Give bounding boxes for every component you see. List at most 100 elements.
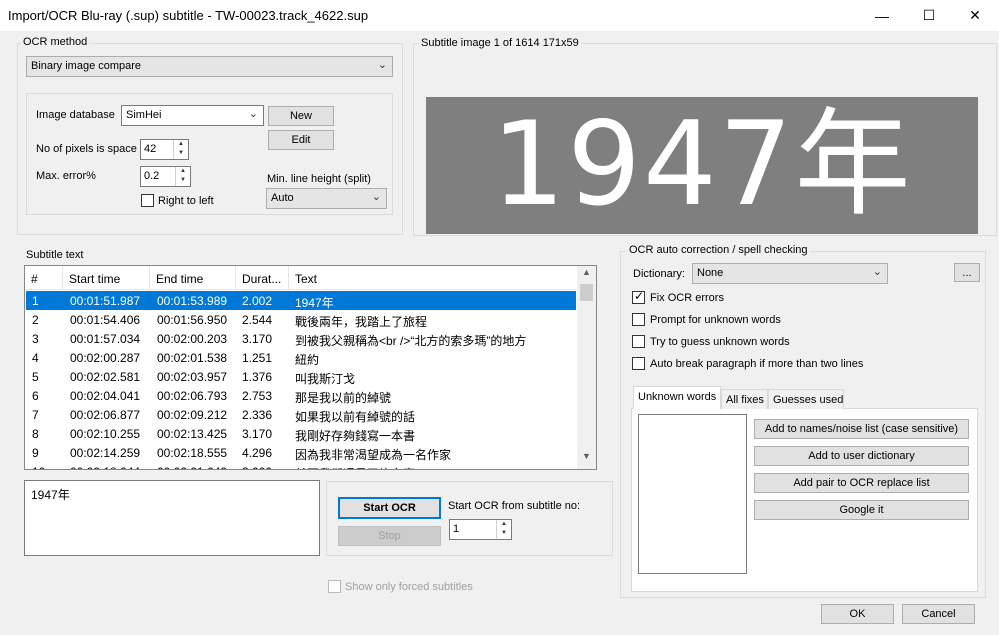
- chevron-down-icon: ⌄: [872, 266, 882, 278]
- dictionary-select[interactable]: None ⌄: [692, 263, 888, 284]
- column-header-duration[interactable]: Durat...: [236, 266, 289, 290]
- min-line-height-select[interactable]: Auto ⌄: [266, 188, 387, 209]
- unknown-words-list[interactable]: [638, 414, 747, 574]
- cell-end: 00:02:03.957: [157, 370, 228, 384]
- table-row[interactable]: 1 00:01:51.987 00:01:53.989 2.002 1947年: [26, 291, 576, 310]
- cell-start: 00:02:00.287: [70, 351, 141, 365]
- maximize-button[interactable]: ☐: [906, 0, 952, 31]
- table-row[interactable]: 3 00:01:57.034 00:02:00.203 3.170 到被我父親稱為<br…: [26, 329, 576, 348]
- cell-end: 00:02:09.212: [157, 408, 228, 422]
- scroll-down-icon[interactable]: ▼: [577, 451, 596, 468]
- cell-num: 2: [32, 313, 39, 327]
- add-names-button[interactable]: Add to names/noise list (case sensitive): [754, 419, 969, 439]
- cell-text: 我剛好存夠錢寫一本書: [295, 429, 416, 443]
- spin-arrows-icon[interactable]: ▲ ▼: [173, 140, 188, 159]
- max-error-stepper[interactable]: 0.2 ▲ ▼: [140, 166, 191, 187]
- cell-num: 3: [32, 332, 39, 346]
- right-to-left-checkbox[interactable]: [141, 194, 154, 207]
- cell-dur: 1.376: [242, 370, 273, 384]
- cell-num: 8: [32, 427, 39, 441]
- table-row[interactable]: 10 00:02:18.644 00:02:21.6433.000 然而我卻遇見了許多…: [26, 462, 576, 469]
- new-database-button[interactable]: New: [268, 106, 334, 126]
- right-to-left-label: Right to left: [158, 195, 214, 207]
- title-bar: Import/OCR Blu-ray (.sup) subtitle - TW-…: [0, 0, 999, 31]
- subtitle-list[interactable]: # Start time End time Durat... Text 1 00:…: [24, 265, 597, 470]
- cell-dur: 2.753: [242, 389, 273, 403]
- min-line-height-label: Min. line height (split): [267, 173, 371, 185]
- current-subtitle-textbox[interactable]: 1947年: [24, 480, 320, 556]
- forced-only-checkbox[interactable]: [328, 580, 341, 593]
- subtitle-text-label: Subtitle text: [26, 249, 84, 261]
- add-user-dictionary-button[interactable]: Add to user dictionary: [754, 446, 969, 466]
- pixels-space-label: No of pixels is space: [36, 143, 137, 155]
- start-from-stepper[interactable]: 1 ▲ ▼: [449, 519, 512, 540]
- cell-start: 00:02:14.259: [70, 446, 141, 460]
- max-error-label: Max. error%: [36, 170, 96, 182]
- table-row[interactable]: 8 00:02:10.255 00:02:13.425 3.170 我剛好存夠錢寫一本書: [26, 424, 576, 443]
- guess-unknown-label: Try to guess unknown words: [650, 336, 790, 348]
- ocr-method-group-label: OCR method: [21, 36, 90, 48]
- image-database-value: SimHei: [126, 109, 162, 121]
- ocr-method-value: Binary image compare: [31, 60, 142, 72]
- table-row[interactable]: 4 00:02:00.287 00:02:01.538 1.251 紐約: [26, 348, 576, 367]
- prompt-unknown-checkbox[interactable]: [632, 313, 645, 326]
- table-row[interactable]: 6 00:02:04.041 00:02:06.793 2.753 那是我以前的綽號: [26, 386, 576, 405]
- close-icon: ✕: [969, 7, 981, 23]
- cell-end: 00:02:01.538: [157, 351, 228, 365]
- column-header-text[interactable]: Text: [289, 266, 577, 290]
- table-row[interactable]: 7 00:02:06.877 00:02:09.212 2.336 如果我以前有綽號的話: [26, 405, 576, 424]
- spin-arrows-icon[interactable]: ▲ ▼: [175, 167, 190, 186]
- cell-dur: 1.251: [242, 351, 273, 365]
- cell-num: 10: [32, 465, 62, 469]
- auto-break-checkbox[interactable]: [632, 357, 645, 370]
- tab-unknown-words[interactable]: Unknown words: [633, 386, 721, 409]
- cell-dur: 2.336: [242, 408, 273, 422]
- add-ocr-pair-button[interactable]: Add pair to OCR replace list: [754, 473, 969, 493]
- column-header-end-time[interactable]: End time: [150, 266, 236, 290]
- chevron-down-icon: ⌄: [371, 191, 381, 203]
- cancel-button[interactable]: Cancel: [902, 604, 975, 624]
- close-button[interactable]: ✕: [952, 0, 998, 31]
- guess-unknown-checkbox[interactable]: [632, 335, 645, 348]
- prompt-unknown-label: Prompt for unknown words: [650, 314, 781, 326]
- ok-button[interactable]: OK: [821, 604, 894, 624]
- cell-num: 1: [32, 294, 39, 308]
- cell-text: 紐約: [295, 353, 320, 367]
- image-database-select[interactable]: SimHei ⌄: [121, 105, 264, 126]
- subtitle-image-text: 1947年: [491, 97, 913, 232]
- fix-ocr-errors-checkbox[interactable]: [632, 289, 645, 304]
- cell-text: 如果我以前有綽號的話: [295, 410, 416, 424]
- maximize-icon: ☐: [922, 7, 936, 23]
- column-header-number[interactable]: #: [25, 266, 63, 290]
- pixels-space-stepper[interactable]: 42 ▲ ▼: [140, 139, 189, 160]
- cell-num: 9: [32, 446, 39, 460]
- spin-arrows-icon[interactable]: ▲ ▼: [496, 520, 511, 539]
- min-line-height-value: Auto: [271, 192, 294, 204]
- dictionary-label: Dictionary:: [633, 268, 685, 280]
- cell-text: 因為我非常渴望成為一名作家: [295, 448, 452, 462]
- current-subtitle-text: 1947年: [31, 488, 70, 502]
- tab-guesses-used[interactable]: Guesses used: [768, 389, 844, 409]
- scrollbar-thumb[interactable]: [580, 284, 593, 301]
- minimize-button[interactable]: —: [859, 0, 905, 31]
- subtitle-list-scrollbar[interactable]: ▲ ▼: [577, 266, 596, 469]
- window-title: Import/OCR Blu-ray (.sup) subtitle - TW-…: [8, 8, 369, 23]
- table-row[interactable]: 9 00:02:14.259 00:02:18.555 4.296 因為我非常渴望成為一…: [26, 443, 576, 462]
- table-row[interactable]: 2 00:01:54.406 00:01:56.950 2.544 戰後兩年，我踏上了旅…: [26, 310, 576, 329]
- start-ocr-button[interactable]: Start OCR: [338, 497, 441, 519]
- subtitle-image-preview: 1947年: [426, 97, 978, 234]
- chevron-down-icon: ⌄: [248, 108, 258, 120]
- cell-start: 00:01:57.034: [70, 332, 141, 346]
- tab-all-fixes[interactable]: All fixes: [721, 389, 768, 409]
- ocr-method-select[interactable]: Binary image compare ⌄: [26, 56, 393, 77]
- dictionary-browse-button[interactable]: ...: [954, 263, 980, 282]
- cell-end: 00:01:53.989: [157, 294, 228, 308]
- edit-database-button[interactable]: Edit: [268, 130, 334, 150]
- stop-ocr-button[interactable]: Stop: [338, 526, 441, 546]
- table-row[interactable]: 5 00:02:02.581 00:02:03.957 1.376 叫我斯汀戈: [26, 367, 576, 386]
- google-it-button[interactable]: Google it: [754, 500, 969, 520]
- column-header-start-time[interactable]: Start time: [63, 266, 150, 290]
- scroll-up-icon[interactable]: ▲: [577, 267, 596, 284]
- cell-end: 00:02:00.203: [157, 332, 228, 346]
- cell-start: 00:02:06.877: [70, 408, 141, 422]
